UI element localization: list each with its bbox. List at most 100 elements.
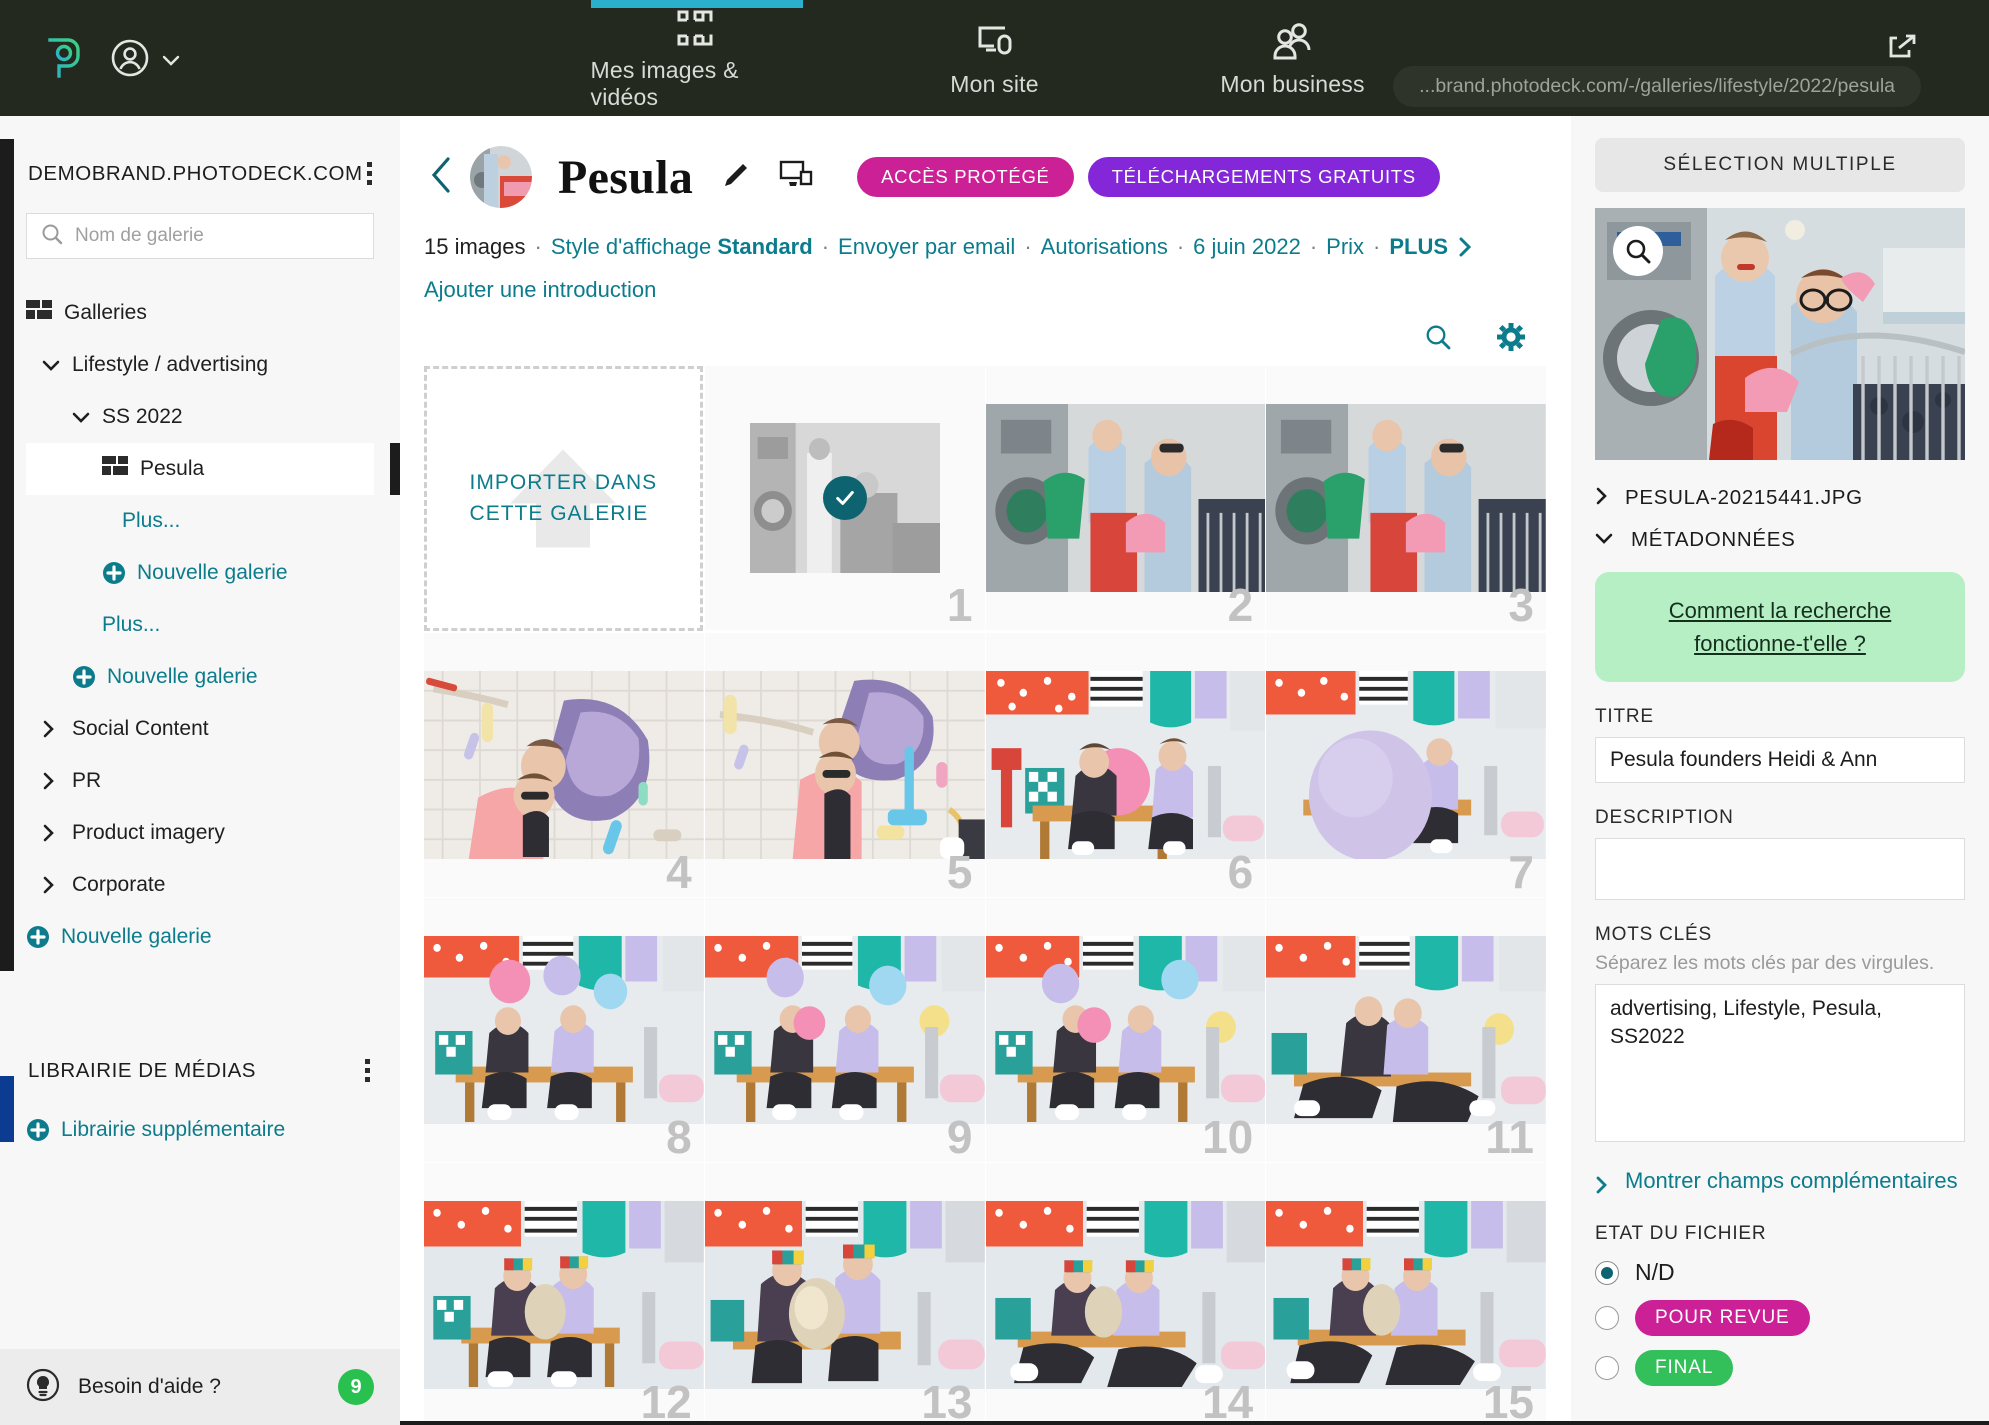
thumbnail-number: 15 <box>1482 1376 1534 1425</box>
help-label: Besoin d'aide ? <box>78 1375 221 1398</box>
gallery-badges: ACCÈS PROTÉGÉ TÉLÉCHARGEMENTS GRATUITS <box>857 157 1440 197</box>
thumbnail-cell[interactable]: 11 <box>1266 898 1547 1164</box>
sidebar-item-corporate[interactable]: Corporate <box>26 859 374 911</box>
help-bar[interactable]: Besoin d'aide ? 9 <box>0 1349 400 1425</box>
thumbnail-cell[interactable]: 14 <box>985 1163 1267 1425</box>
price-link[interactable]: Prix <box>1326 234 1364 259</box>
pencil-icon[interactable] <box>721 160 751 195</box>
keywords-field-label: MOTS CLÉS <box>1595 924 1712 945</box>
thumbnail-cell[interactable]: 4 <box>424 633 705 899</box>
radio-button[interactable] <box>1595 1356 1619 1380</box>
file-state-option-nd[interactable]: N/D <box>1595 1259 1965 1286</box>
monitor-preview-icon[interactable] <box>779 160 813 195</box>
sidebar-item-ss-2022[interactable]: SS 2022 <box>26 391 374 443</box>
thumbnail-cell[interactable]: 13 <box>704 1163 986 1425</box>
add-media-library[interactable]: Librairie supplémentaire <box>26 1104 374 1156</box>
sidebar-item-pesula[interactable]: Pesula <box>26 443 400 495</box>
upload-to-gallery-tile[interactable]: IMPORTER DANS CETTE GALERIE <box>424 366 703 632</box>
display-style-link[interactable]: Style d'affichage Standard <box>551 234 813 259</box>
gear-icon[interactable] <box>1497 323 1525 356</box>
sidebar-item-product-imagery[interactable]: Product imagery <box>26 807 374 859</box>
top-navigation: Mes images & vidéos Mon site Mon busines… <box>590 0 1399 116</box>
thumbnail-number: 5 <box>946 846 973 899</box>
chevron-right-icon <box>1595 1176 1607 1199</box>
file-state-option-pour-revue[interactable]: POUR REVUE <box>1595 1300 1965 1336</box>
chevron-right-icon <box>1595 487 1607 510</box>
sidebar-item-nouvelle-galerie-3[interactable]: Nouvelle galerie <box>26 911 374 963</box>
permissions-link[interactable]: Autorisations <box>1041 234 1168 259</box>
sidebar-item-pr[interactable]: PR <box>26 755 374 807</box>
search-input[interactable] <box>75 225 359 247</box>
thumbnail-cell[interactable]: 7 <box>1266 633 1547 899</box>
thumbnail-image <box>985 404 1266 593</box>
gallery-tools <box>424 323 1547 356</box>
zoom-preview-button[interactable] <box>1613 226 1663 276</box>
thumbnail-cell[interactable]: 9 <box>704 898 986 1164</box>
sidebar-item-label: Product imagery <box>72 821 225 844</box>
title-input[interactable] <box>1595 737 1965 783</box>
thumbnail-cell[interactable]: 10 <box>985 898 1267 1164</box>
thumbnail-cell[interactable]: 12 <box>424 1163 705 1425</box>
nav-mes-images-videos[interactable]: Mes images & vidéos <box>590 0 803 116</box>
sidebar-item-plus-2[interactable]: Plus... <box>26 599 374 651</box>
thumbnail-cell[interactable]: 15 <box>1266 1163 1547 1425</box>
sidebar-item-nouvelle-galerie-2[interactable]: Nouvelle galerie <box>26 651 374 703</box>
sidebar-item-nouvelle-galerie-1[interactable]: Nouvelle galerie <box>26 547 374 599</box>
sidebar-item-lifestyle-advertising[interactable]: Lifestyle / advertising <box>26 339 374 391</box>
page-title: Pesula <box>558 150 694 204</box>
gallery-cover-avatar[interactable] <box>470 146 532 208</box>
kebab-menu-icon[interactable] <box>361 1055 374 1086</box>
thumbnail-number: 7 <box>1508 846 1534 899</box>
radio-button[interactable] <box>1595 1306 1619 1330</box>
kebab-menu-icon[interactable] <box>363 158 376 189</box>
upload-line-2: CETTE GALERIE <box>469 501 649 525</box>
sidebar-item-plus-1[interactable]: Plus... <box>26 495 374 547</box>
gallery-url[interactable]: ...brand.photodeck.com/-/galleries/lifes… <box>1393 66 1921 107</box>
sidebar-item-label: Plus... <box>122 509 181 532</box>
metadata-header-label: MÉTADONNÉES <box>1631 528 1796 551</box>
gallery-tree: Galleries Lifestyle / advertising SS 202… <box>26 287 400 963</box>
thumbnail-image <box>424 1201 704 1390</box>
keywords-textarea[interactable] <box>1595 984 1965 1142</box>
sidebar-item-label: Plus... <box>102 613 161 636</box>
nav-label: Mon site <box>950 70 1039 97</box>
send-email-link[interactable]: Envoyer par email <box>838 234 1015 259</box>
nav-mon-site[interactable]: Mon site <box>889 0 1101 116</box>
thumbnail-cell[interactable]: 1 <box>704 366 986 632</box>
thumbnail-image <box>1266 671 1546 860</box>
search-help-link[interactable]: Comment la recherche fonctionne-t'elle ? <box>1669 598 1892 656</box>
gallery-search[interactable] <box>26 213 374 259</box>
status-badge-acces-protege[interactable]: ACCÈS PROTÉGÉ <box>857 157 1074 197</box>
sidebar-item-label: Pesula <box>140 457 205 480</box>
multi-select-button[interactable]: SÉLECTION MULTIPLE <box>1595 138 1965 192</box>
file-state-option-final[interactable]: FINAL <box>1595 1350 1965 1386</box>
chevron-left-icon[interactable] <box>430 156 452 199</box>
description-textarea[interactable] <box>1595 838 1965 900</box>
thumbnail-grid-wrap: IMPORTER DANS CETTE GALERIE 1 2 3 4 5 6 … <box>424 366 1547 1425</box>
thumbnail-cell[interactable]: 8 <box>424 898 705 1164</box>
thumbnail-cell[interactable]: 6 <box>985 633 1267 899</box>
photodeck-logo-icon[interactable] <box>38 36 80 80</box>
external-link-icon[interactable] <box>1887 34 1917 64</box>
media-library-title-row: LIBRAIRIE DE MÉDIAS <box>26 1055 374 1086</box>
selected-image-preview[interactable] <box>1595 208 1965 460</box>
thumbnail-cell[interactable]: 3 <box>1266 366 1547 632</box>
sidebar-item-galleries[interactable]: Galleries <box>26 287 374 339</box>
filename-row[interactable]: PESULA-20215441.JPG <box>1595 486 1965 510</box>
search-icon[interactable] <box>1425 324 1451 355</box>
sidebar-item-social-content[interactable]: Social Content <box>26 703 374 755</box>
thumbnail-cell[interactable]: 2 <box>985 366 1267 632</box>
chevron-right-icon[interactable] <box>1458 233 1472 267</box>
more-link[interactable]: PLUS <box>1389 234 1448 259</box>
account-menu[interactable] <box>110 38 180 78</box>
status-badge-telechargements-gratuits[interactable]: TÉLÉCHARGEMENTS GRATUITS <box>1087 157 1440 197</box>
add-introduction-link[interactable]: Ajouter une introduction <box>424 273 1547 307</box>
metadata-header-row[interactable]: MÉTADONNÉES <box>1595 528 1965 552</box>
show-more-fields[interactable]: Montrer champs complémentaires <box>1595 1164 1965 1199</box>
gallery-date[interactable]: 6 juin 2022 <box>1193 234 1301 259</box>
thumbnail-number: 4 <box>666 846 692 899</box>
thumbnail-cell[interactable]: 5 <box>704 633 986 899</box>
nav-mon-business[interactable]: Mon business <box>1187 0 1399 116</box>
image-count: 15 images <box>424 234 526 259</box>
radio-button[interactable] <box>1595 1260 1619 1285</box>
